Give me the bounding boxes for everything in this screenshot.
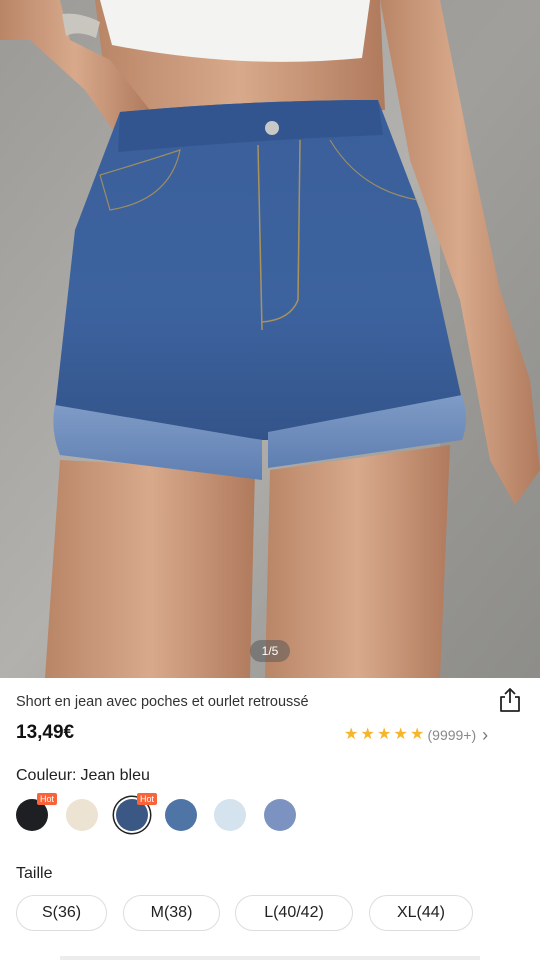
image-counter: 1/5 bbox=[250, 640, 290, 662]
size-label: Taille bbox=[16, 865, 53, 882]
star-icon: ★ bbox=[410, 726, 425, 743]
size-option-m[interactable]: M(38) bbox=[123, 895, 220, 931]
product-image-gallery[interactable]: 1/5 bbox=[0, 0, 540, 678]
share-icon bbox=[500, 688, 520, 712]
color-label: Couleur: Jean bleu bbox=[16, 767, 150, 785]
star-icon: ★ bbox=[360, 726, 375, 743]
hot-badge: Hot bbox=[37, 793, 58, 805]
star-icon: ★ bbox=[377, 726, 392, 743]
chevron-right-icon: › bbox=[482, 725, 489, 745]
color-swatch[interactable] bbox=[214, 799, 246, 831]
hot-badge: Hot bbox=[137, 793, 158, 805]
size-option-l[interactable]: L(40/42) bbox=[235, 895, 353, 931]
product-price: 13,49€ bbox=[16, 722, 75, 743]
color-swatch[interactable] bbox=[165, 799, 197, 831]
home-indicator bbox=[60, 956, 480, 960]
star-icon: ★ bbox=[393, 726, 408, 743]
rating-summary[interactable]: ★ ★ ★ ★ ★ (9999+) › bbox=[344, 724, 488, 746]
share-button[interactable] bbox=[496, 686, 524, 714]
color-swatch[interactable]: Hot bbox=[116, 793, 158, 831]
color-swatch[interactable] bbox=[66, 799, 98, 831]
size-option-xl[interactable]: XL(44) bbox=[369, 895, 473, 931]
selected-color-name: Jean bleu bbox=[80, 767, 150, 784]
size-option-s[interactable]: S(36) bbox=[16, 895, 107, 931]
star-icon: ★ bbox=[344, 726, 359, 743]
product-photo bbox=[0, 0, 540, 678]
color-swatch[interactable] bbox=[264, 799, 296, 831]
product-title: Short en jean avec poches et ourlet retr… bbox=[16, 694, 309, 710]
rating-stars: ★ ★ ★ ★ ★ bbox=[344, 725, 427, 745]
color-label-prefix: Couleur: bbox=[16, 767, 77, 784]
color-swatch[interactable]: Hot bbox=[16, 793, 58, 831]
review-count: (9999+) bbox=[427, 727, 477, 743]
